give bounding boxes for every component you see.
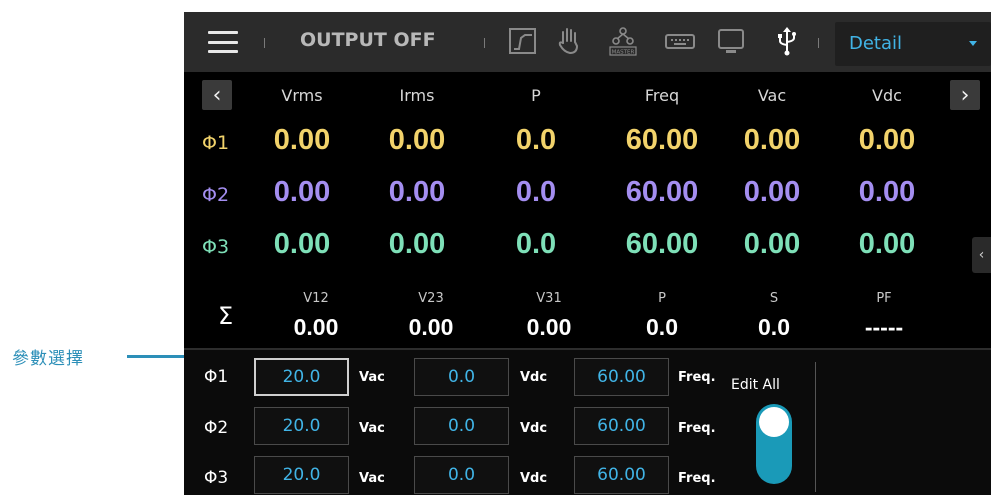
column-header-vac: Vac: [757, 86, 787, 105]
summary-header-v23: V23: [418, 291, 444, 306]
summary-header-p: P: [658, 291, 666, 306]
phase-3-freq: 60.00: [625, 228, 699, 260]
vdc-unit-label: Vdc: [520, 421, 548, 436]
summary-v31: 0.00: [526, 314, 572, 340]
setting-phase-1-label: Φ1: [204, 367, 229, 387]
next-page-button[interactable]: ›: [950, 80, 980, 110]
summary-header-pf: PF: [876, 291, 892, 306]
phase-1-vdc: 0.00: [858, 124, 916, 156]
toggle-knob: [759, 407, 789, 437]
summary-row: Σ V12 V23 V31 P S PF 0.00 0.00 0.00 0.0 …: [184, 282, 991, 348]
freq-unit-label: Freq.: [678, 421, 716, 436]
phase-3-freq-input[interactable]: 60.00: [574, 456, 669, 494]
phase-1-freq: 60.00: [625, 124, 699, 156]
caret-down-icon: [969, 41, 977, 46]
edit-all-label: Edit All: [731, 377, 780, 393]
setting-phase-2-label: Φ2: [204, 418, 229, 438]
waveform-icon[interactable]: [508, 26, 538, 56]
freq-unit-label: Freq.: [678, 471, 716, 486]
toolbar-separator: [484, 38, 485, 48]
toolbar-separator: [264, 38, 265, 48]
prev-page-button[interactable]: ‹: [202, 80, 232, 110]
hand-icon[interactable]: [554, 26, 584, 56]
device-screen: OUTPUT OFF MASTER Detail ‹ › Vrms Irms P…: [184, 12, 991, 495]
toolbar-separator: [818, 38, 819, 48]
hamburger-menu-icon[interactable]: [208, 31, 238, 53]
summary-p: 0.0: [646, 314, 678, 340]
summary-s: 0.0: [758, 314, 790, 340]
summary-v12: 0.00: [293, 314, 339, 340]
phase-1-vdc-input[interactable]: 0.0: [414, 358, 509, 396]
master-icon[interactable]: MASTER: [608, 26, 638, 56]
phase-1-vac: 0.00: [743, 124, 801, 156]
vdc-unit-label: Vdc: [520, 471, 548, 486]
phase-3-irms: 0.00: [388, 228, 446, 260]
vac-unit-label: Vac: [359, 370, 385, 385]
phase-1-vac-input[interactable]: 20.0: [254, 358, 349, 396]
summary-v23: 0.00: [408, 314, 454, 340]
vac-unit-label: Vac: [359, 471, 385, 486]
setting-phase-3-label: Φ3: [204, 468, 229, 488]
summary-header-v12: V12: [303, 291, 329, 306]
parameter-select-annotation: 參數選擇: [12, 349, 84, 369]
phase-3-vdc-input[interactable]: 0.0: [414, 456, 509, 494]
phase-1-irms: 0.00: [388, 124, 446, 156]
vdc-unit-label: Vdc: [520, 370, 548, 385]
summary-header-s: S: [769, 291, 779, 306]
column-header-freq: Freq: [644, 86, 680, 105]
column-header-vdc: Vdc: [872, 86, 902, 105]
monitor-icon[interactable]: [716, 26, 746, 56]
panel-divider: [815, 362, 816, 492]
top-bar: OUTPUT OFF MASTER Detail: [184, 12, 991, 72]
phase-3-vrms: 0.00: [273, 228, 331, 260]
phase-3-vdc: 0.00: [858, 228, 916, 260]
edit-all-toggle[interactable]: [756, 404, 792, 484]
column-header-vrms: Vrms: [281, 86, 323, 105]
side-panel-tab[interactable]: ‹: [972, 237, 991, 273]
phase-2-freq-input[interactable]: 60.00: [574, 407, 669, 445]
phase-1-vrms: 0.00: [273, 124, 331, 156]
sigma-icon: Σ: [218, 302, 234, 330]
view-mode-value: Detail: [849, 33, 903, 54]
phase-3-p: 0.0: [515, 228, 557, 260]
output-status[interactable]: OUTPUT OFF: [300, 29, 436, 51]
phase-2-vrms: 0.00: [273, 176, 331, 208]
phase-3-vac: 0.00: [743, 228, 801, 260]
phase-3-label: Φ3: [202, 236, 230, 258]
phase-1-p: 0.0: [515, 124, 557, 156]
phase-2-irms: 0.00: [388, 176, 446, 208]
summary-pf: -----: [864, 314, 904, 340]
summary-header-v31: V31: [536, 291, 562, 306]
phase-3-vac-input[interactable]: 20.0: [254, 456, 349, 494]
vac-unit-label: Vac: [359, 421, 385, 436]
phase-2-vdc-input[interactable]: 0.0: [414, 407, 509, 445]
phase-2-vac: 0.00: [743, 176, 801, 208]
view-mode-select[interactable]: Detail: [835, 22, 991, 66]
phase-1-label: Φ1: [202, 132, 230, 154]
column-header-p: P: [531, 86, 541, 105]
phase-2-freq: 60.00: [625, 176, 699, 208]
master-icon-text: MASTER: [612, 50, 635, 56]
freq-unit-label: Freq.: [678, 370, 716, 385]
phase-2-label: Φ2: [202, 184, 230, 206]
keyboard-icon[interactable]: [664, 26, 696, 56]
phase-2-p: 0.0: [515, 176, 557, 208]
phase-1-freq-input[interactable]: 60.00: [574, 358, 669, 396]
phase-2-vdc: 0.00: [858, 176, 916, 208]
column-header-irms: Irms: [399, 86, 435, 105]
settings-panel: Φ1 20.0 Vac 0.0 Vdc 60.00 Freq. Φ2 20.0 …: [184, 350, 991, 495]
phase-2-vac-input[interactable]: 20.0: [254, 407, 349, 445]
usb-icon[interactable]: [774, 26, 800, 56]
